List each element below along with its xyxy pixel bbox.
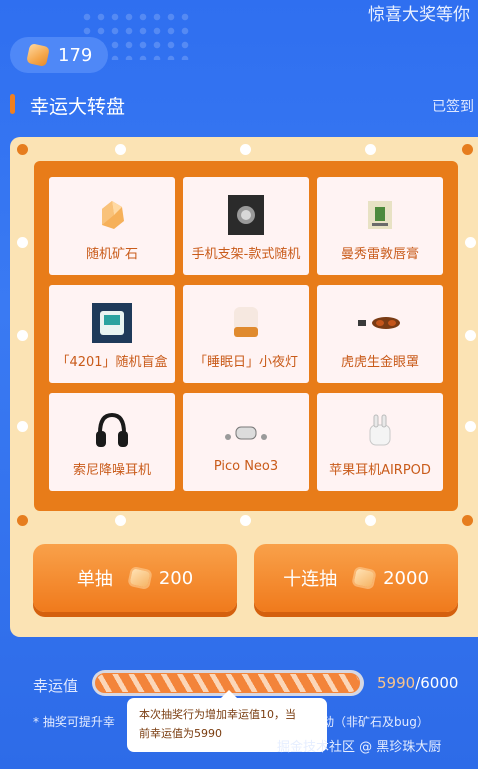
prize-grid: 随机矿石 手机支架-款式随机 曼秀雷敦唇膏 「4201」随机盲盒 「睡眠日」小夜… — [34, 161, 458, 511]
rules-note-tail: 动（非矿石及bug） — [322, 715, 429, 729]
ore-icon — [88, 195, 136, 235]
tooltip-line: 本次抽奖行为增加幸运值10，当 — [139, 708, 296, 721]
ore-icon — [353, 568, 375, 588]
headphones-icon — [88, 411, 136, 451]
ten-draw-button[interactable]: 十连抽 2000 — [254, 544, 458, 612]
prize-cell[interactable]: 索尼降噪耳机 — [49, 393, 175, 491]
board-light — [17, 237, 28, 248]
night-light-icon — [222, 303, 270, 343]
title-accent-bar — [10, 94, 15, 114]
prize-label: 手机支架-款式随机 — [191, 247, 301, 262]
board-light — [115, 144, 126, 155]
luck-max: 6000 — [420, 674, 459, 692]
prize-cell[interactable]: 「4201」随机盲盒 — [49, 285, 175, 383]
prize-cell[interactable]: 手机支架-款式随机 — [183, 177, 309, 275]
prize-cell[interactable]: 苹果耳机AIRPOD — [317, 393, 443, 491]
prize-label: Pico Neo3 — [213, 459, 279, 474]
marquee-banner: 惊喜大奖等你 — [368, 5, 470, 22]
luck-label: 幸运值 — [33, 677, 79, 695]
board-light — [115, 515, 126, 526]
prize-label: 「睡眠日」小夜灯 — [193, 355, 298, 370]
page-title: 幸运大转盘 — [30, 96, 126, 118]
board-light — [465, 330, 476, 341]
board-light — [240, 515, 251, 526]
vr-headset-icon — [222, 411, 270, 451]
board-light — [365, 515, 376, 526]
prize-label: 曼秀雷敦唇膏 — [340, 247, 419, 262]
single-draw-cost: 200 — [158, 567, 194, 589]
ore-balance-pill[interactable]: 179 — [10, 37, 108, 73]
prize-cell[interactable]: 「睡眠日」小夜灯 — [183, 285, 309, 383]
prize-label: 「4201」随机盲盒 — [56, 355, 168, 370]
prize-label: 苹果耳机AIRPOD — [329, 463, 431, 478]
board-light — [365, 144, 376, 155]
ten-draw-cost: 2000 — [383, 567, 429, 589]
ore-count: 179 — [58, 44, 93, 66]
prize-cell[interactable]: Pico Neo3 — [183, 393, 309, 491]
blind-box-icon — [88, 303, 136, 343]
prize-cell[interactable]: 随机矿石 — [49, 177, 175, 275]
eye-mask-icon — [356, 303, 404, 343]
luck-current: 5990 — [377, 674, 416, 692]
watermark: 掘金技术社区 @ 黑珍珠大厨 — [277, 740, 442, 755]
prize-label: 虎虎生金眼罩 — [340, 355, 419, 370]
tooltip-arrow — [221, 690, 237, 698]
board-light — [17, 515, 28, 526]
ten-draw-label: 十连抽 — [283, 569, 338, 590]
prize-label: 索尼降噪耳机 — [72, 463, 151, 478]
board-light — [465, 237, 476, 248]
ore-icon — [129, 568, 151, 588]
board-light — [17, 144, 28, 155]
board-light — [17, 421, 28, 432]
luck-value: 5990/6000 — [377, 674, 458, 692]
prize-cell[interactable]: 曼秀雷敦唇膏 — [317, 177, 443, 275]
ore-icon — [26, 43, 50, 67]
signed-status[interactable]: 已签到 — [432, 96, 474, 116]
board-light — [462, 144, 473, 155]
phone-holder-icon — [222, 195, 270, 235]
single-draw-button[interactable]: 单抽 200 — [33, 544, 237, 612]
rules-note: * 抽奖可提升幸 — [33, 715, 115, 729]
board-light — [17, 330, 28, 341]
lottery-board: 随机矿石 手机支架-款式随机 曼秀雷敦唇膏 「4201」随机盲盒 「睡眠日」小夜… — [10, 137, 478, 637]
board-light — [240, 144, 251, 155]
board-light — [462, 515, 473, 526]
lip-balm-icon — [356, 195, 404, 235]
prize-label: 随机矿石 — [85, 247, 138, 262]
single-draw-label: 单抽 — [76, 569, 113, 590]
prize-cell[interactable]: 虎虎生金眼罩 — [317, 285, 443, 383]
board-light — [465, 421, 476, 432]
airpods-icon — [356, 411, 404, 451]
